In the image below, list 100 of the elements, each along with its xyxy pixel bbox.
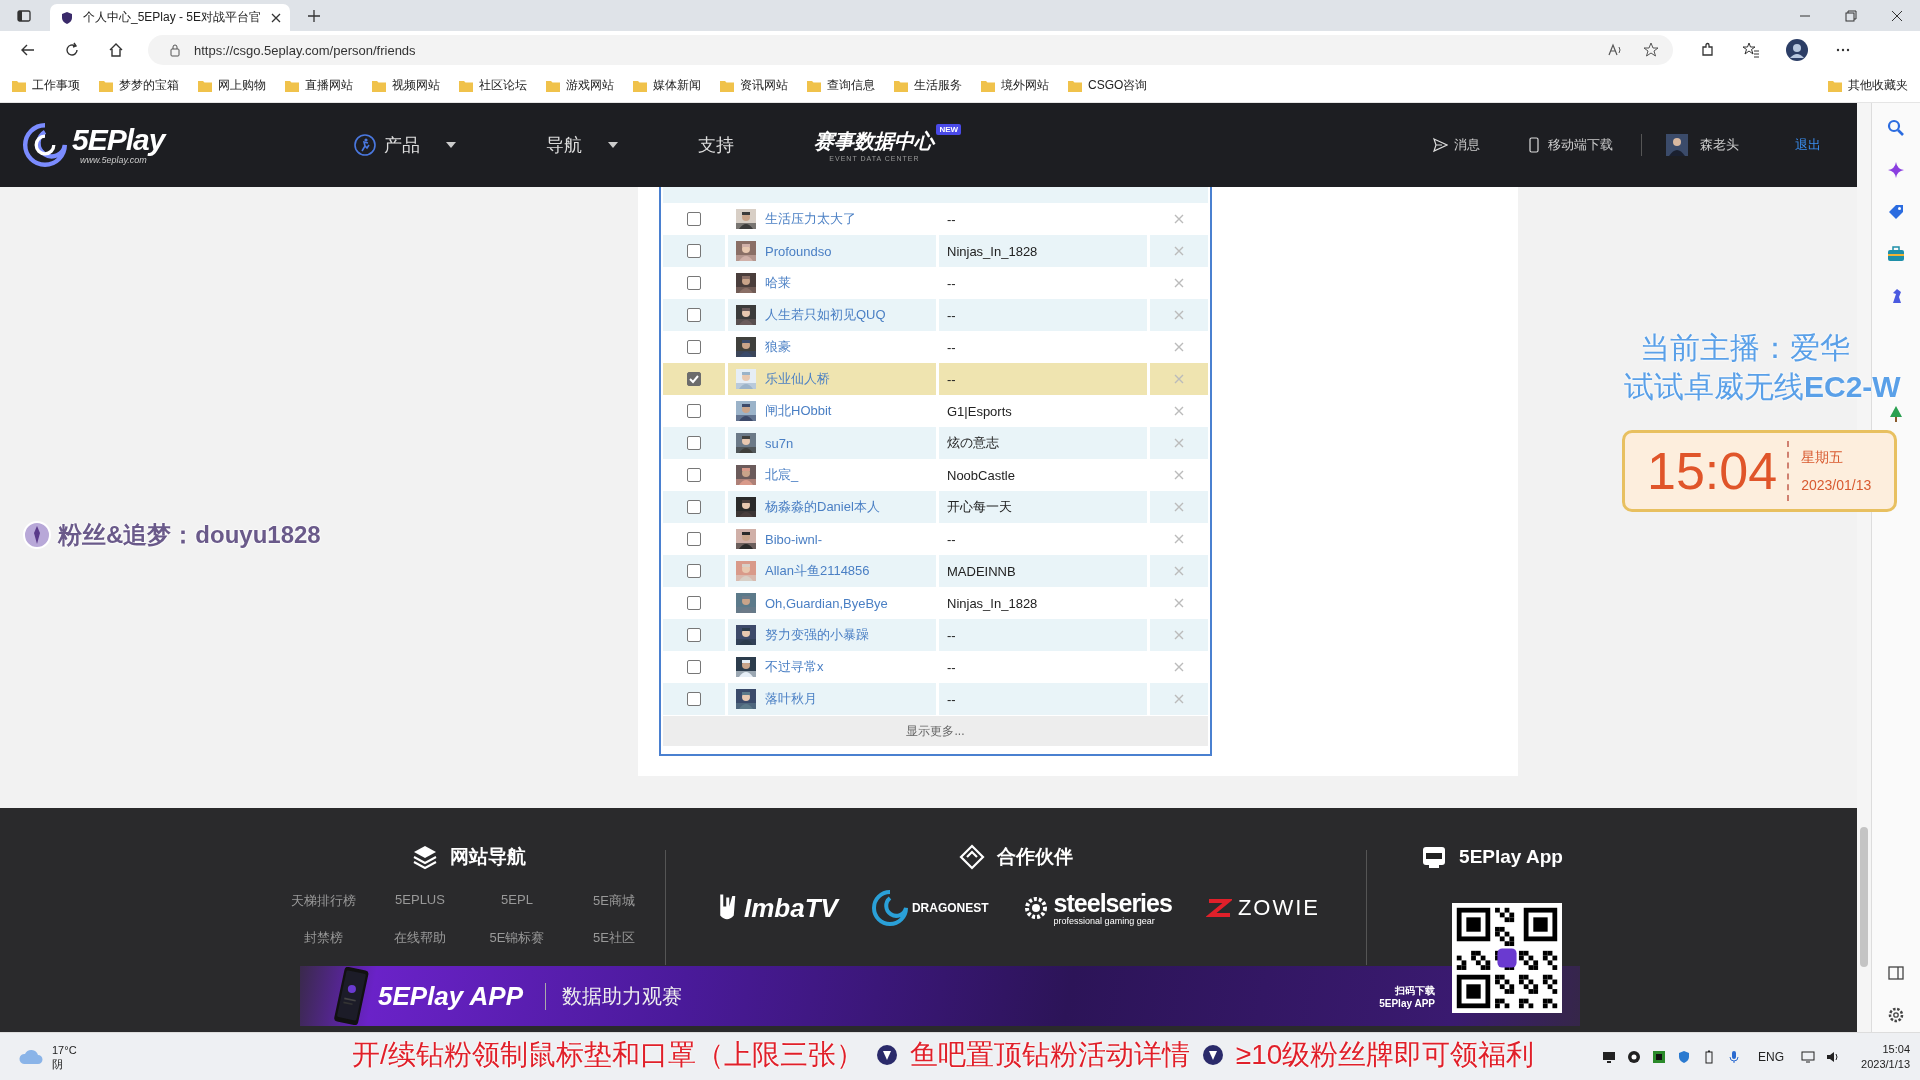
nav-link[interactable]: 支持 xyxy=(698,133,735,157)
friend-name-link[interactable]: 人生若只如初见QUQ xyxy=(765,306,886,324)
clock-time[interactable]: 15:04 xyxy=(1882,1041,1910,1057)
bookmark[interactable]: 其他收藏夹 xyxy=(1828,77,1908,94)
monitor-icon[interactable] xyxy=(1602,1049,1617,1064)
bookmark[interactable]: 梦梦的宝箱 xyxy=(99,77,179,94)
friend-name-link[interactable]: 杨淼淼的Daniel本人 xyxy=(765,498,880,516)
bookmark[interactable]: 社区论坛 xyxy=(459,77,527,94)
settings-icon[interactable] xyxy=(1887,1006,1905,1024)
bookmark[interactable]: 查询信息 xyxy=(807,77,875,94)
speaker-icon[interactable] xyxy=(1826,1049,1841,1064)
microphone-icon[interactable] xyxy=(1727,1049,1742,1064)
checkbox[interactable] xyxy=(687,436,701,450)
footer-link[interactable]: 封禁榜 xyxy=(274,929,372,947)
bookmark[interactable]: 游戏网站 xyxy=(546,77,614,94)
checkbox[interactable] xyxy=(687,596,701,610)
close-icon[interactable] xyxy=(270,11,283,24)
language-indicator[interactable]: ENG xyxy=(1758,1049,1785,1064)
footer-link[interactable]: 5E锦标赛 xyxy=(468,929,566,947)
friend-name-link[interactable]: su7n xyxy=(765,435,794,451)
address-field[interactable]: https://csgo.5eplay.com/person/friends xyxy=(148,35,1673,65)
partner-logo[interactable]: ZOWIE xyxy=(1205,895,1320,921)
read-aloud-icon[interactable] xyxy=(1607,42,1623,58)
friend-name-link[interactable]: 哈莱 xyxy=(765,274,791,292)
bookmark[interactable]: 视频网站 xyxy=(372,77,440,94)
friend-name-link[interactable]: 闸北HObbit xyxy=(765,402,832,420)
footer-link[interactable]: 5EPL xyxy=(468,892,566,910)
chip-icon[interactable] xyxy=(1652,1049,1667,1064)
bookmark[interactable]: 境外网站 xyxy=(981,77,1049,94)
shield-icon[interactable] xyxy=(1677,1049,1692,1064)
show-more-button[interactable]: 显示更多... xyxy=(663,716,1208,746)
partner-logo[interactable]: steelseries professional gaming gear xyxy=(1022,890,1172,926)
bookmark[interactable]: 媒体新闻 xyxy=(633,77,701,94)
friend-name-link[interactable]: Oh,Guardian,ByeBye xyxy=(765,595,888,611)
messages-link[interactable]: 消息 xyxy=(1432,136,1480,154)
split-screen-icon[interactable] xyxy=(1887,964,1905,982)
refresh-icon[interactable] xyxy=(64,42,80,58)
home-icon[interactable] xyxy=(108,42,124,58)
friend-name-link[interactable]: Allan斗鱼2114856 xyxy=(765,562,870,580)
checkbox[interactable] xyxy=(687,660,701,674)
footer-link[interactable]: 天梯排行榜 xyxy=(274,892,372,910)
bookmark[interactable]: CSGO咨询 xyxy=(1068,77,1148,94)
bookmark[interactable]: 网上购物 xyxy=(198,77,266,94)
user-link[interactable]: 森老头 xyxy=(1666,134,1739,156)
back-icon[interactable] xyxy=(20,42,36,58)
checkbox[interactable] xyxy=(687,468,701,482)
footer-link[interactable]: 5E商城 xyxy=(565,892,663,910)
friend-name-link[interactable]: 生活压力太大了 xyxy=(765,210,856,228)
checkbox[interactable] xyxy=(687,276,701,290)
nav-menu[interactable]: 产品 xyxy=(354,133,457,157)
friend-name-link[interactable]: Profoundso xyxy=(765,243,832,259)
logo-text[interactable]: 5EPlay xyxy=(72,125,165,155)
checkbox[interactable] xyxy=(687,372,701,386)
new-tab-icon[interactable] xyxy=(306,7,322,24)
friend-name-link[interactable]: 落叶秋月 xyxy=(765,690,817,708)
friend-name-link[interactable]: 狼豪 xyxy=(765,338,791,356)
partner-logo[interactable]: ImbaTV xyxy=(712,892,838,924)
bookmark[interactable]: 直播网站 xyxy=(285,77,353,94)
nav-menu[interactable]: 导航 xyxy=(546,133,619,157)
bookmark[interactable]: 资讯网站 xyxy=(720,77,788,94)
briefcase-icon[interactable] xyxy=(1887,245,1905,263)
bookmark[interactable]: 生活服务 xyxy=(894,77,962,94)
friend-name-link[interactable]: 努力变强的小暴躁 xyxy=(765,626,869,644)
tree-icon[interactable] xyxy=(1887,405,1905,423)
checkbox[interactable] xyxy=(687,628,701,642)
checkbox[interactable] xyxy=(687,692,701,706)
mobile-download-link[interactable]: 移动端下载 xyxy=(1526,136,1613,154)
checkbox[interactable] xyxy=(687,212,701,226)
friend-name-link[interactable]: Bibo-iwnl- xyxy=(765,531,823,547)
bookmark[interactable]: 工作事项 xyxy=(12,77,80,94)
close-icon[interactable] xyxy=(1891,9,1903,22)
browser-tab[interactable]: 个人中心_5EPlay - 5E对战平台官 xyxy=(50,4,290,31)
friend-name-link[interactable]: 不过寻常x xyxy=(765,658,824,676)
restore-icon[interactable] xyxy=(1845,9,1857,22)
footer-link[interactable]: 5E社区 xyxy=(565,929,663,947)
partner-logo[interactable]: DRAGONEST xyxy=(871,890,989,926)
clock-date[interactable]: 2023/1/13 xyxy=(1861,1056,1910,1072)
footer-link[interactable]: 5EPLUS xyxy=(371,892,469,910)
circle-logo-icon[interactable] xyxy=(1627,1049,1642,1064)
logout-link[interactable]: 退出 xyxy=(1795,136,1821,154)
tag-icon[interactable] xyxy=(1887,203,1905,221)
add-favorite-icon[interactable] xyxy=(1643,42,1659,58)
search-icon[interactable] xyxy=(1887,119,1905,137)
checkbox[interactable] xyxy=(687,244,701,258)
scroll-thumb[interactable] xyxy=(1860,827,1868,967)
network-icon[interactable] xyxy=(1801,1049,1816,1064)
checkbox[interactable] xyxy=(687,404,701,418)
favorites-icon[interactable] xyxy=(1743,42,1759,58)
checkbox[interactable] xyxy=(687,308,701,322)
footer-link[interactable]: 在线帮助 xyxy=(371,929,469,947)
friend-name-link[interactable]: 北宸_ xyxy=(765,466,799,484)
checkbox[interactable] xyxy=(687,340,701,354)
checkbox[interactable] xyxy=(687,564,701,578)
extensions-icon[interactable] xyxy=(1700,42,1716,58)
checkbox[interactable] xyxy=(687,532,701,546)
checkbox[interactable] xyxy=(687,500,701,514)
sparkle-icon[interactable] xyxy=(1887,161,1905,179)
profile-avatar-icon[interactable] xyxy=(1786,39,1808,61)
logo-icon[interactable] xyxy=(20,123,70,167)
sidebar-toggle-icon[interactable] xyxy=(16,7,32,24)
